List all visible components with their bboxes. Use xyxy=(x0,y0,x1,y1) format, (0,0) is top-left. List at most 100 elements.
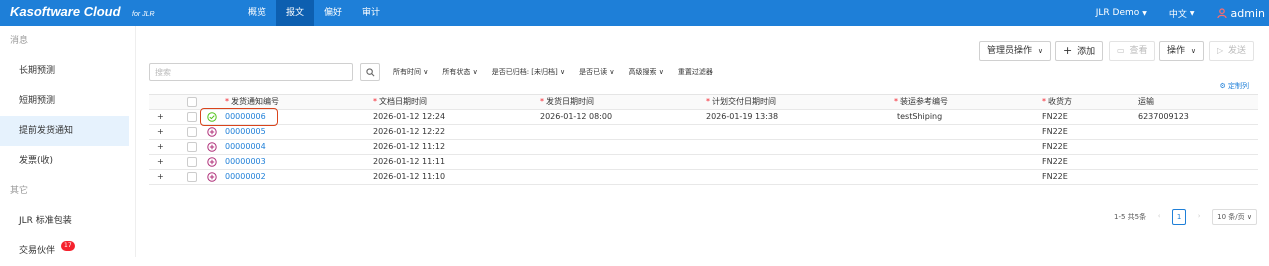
column-header-shipment-reference[interactable]: * 装运参考编号 xyxy=(894,95,948,109)
table-row[interactable]: + 00000006 2026-01-12 12:24 2026-01-12 0… xyxy=(149,108,1258,126)
receiver-cell: FN22E xyxy=(1042,112,1068,121)
nav-messages[interactable]: 报文 xyxy=(276,0,315,26)
view-icon: ▭ xyxy=(1117,46,1125,55)
next-page-icon[interactable]: › xyxy=(1192,209,1206,225)
expand-row-icon[interactable]: + xyxy=(157,125,164,139)
prev-page-icon[interactable]: ‹ xyxy=(1152,209,1166,225)
language-dropdown[interactable]: 中文 ▼ xyxy=(1169,7,1195,20)
column-header-asn-number[interactable]: * 发货通知编号 xyxy=(225,95,279,109)
column-header-transport[interactable]: 运输 xyxy=(1138,95,1154,109)
row-checkbox[interactable] xyxy=(187,142,197,152)
filter-archived[interactable]: 是否已归档: [未归档] ∨ xyxy=(492,67,565,77)
row-checkbox[interactable] xyxy=(187,157,197,167)
required-marker: * xyxy=(540,97,544,106)
send-button[interactable]: ▷ 发送 xyxy=(1209,41,1255,61)
operations-label: 操作 xyxy=(1167,46,1186,56)
sidebar-item-trading-partners[interactable]: 交易伙伴 17 xyxy=(0,236,135,266)
transport-cell: 6237009123 xyxy=(1138,112,1189,121)
receiver-cell: FN22E xyxy=(1042,127,1068,136)
column-header-delivery-date[interactable]: * 计划交付日期时间 xyxy=(706,95,776,109)
admin-operations-label: 管理员操作 xyxy=(987,46,1033,56)
sidebar-group-other: 其它 xyxy=(10,186,29,196)
main-content: 管理员操作 ∨ + 添加 ▭ 查看 操作 ∨ ▷ 发送 所有时间 ∨ 所有状态 … xyxy=(137,26,1269,257)
brand-logo[interactable]: Kasoftware Cloud xyxy=(10,4,121,19)
send-icon: ▷ xyxy=(1217,46,1224,55)
sidebar-item-invoice-received[interactable]: 发票(收) xyxy=(0,146,135,176)
chevron-down-icon: ∨ xyxy=(560,68,566,76)
language-label: 中文 xyxy=(1168,9,1187,20)
reset-filters-link[interactable]: 重置过滤器 xyxy=(678,67,713,77)
chevron-down-icon: ∨ xyxy=(472,68,478,76)
sidebar-item-advance-shipping-notice[interactable]: 提前发货通知 xyxy=(0,116,129,146)
sidebar-item-jlr-standard-packaging[interactable]: JLR 标准包装 xyxy=(0,206,135,236)
sidebar-item-label: 交易伙伴 xyxy=(19,246,56,256)
document-date-cell: 2026-01-12 12:22 xyxy=(373,127,446,136)
table-row[interactable]: + 00000005 2026-01-12 12:22 FN22E xyxy=(149,125,1258,140)
chevron-down-icon: ▼ xyxy=(1142,9,1147,17)
chevron-down-icon: ∨ xyxy=(423,68,429,76)
operations-dropdown[interactable]: 操作 ∨ xyxy=(1159,41,1205,61)
asn-number-link[interactable]: 00000004 xyxy=(225,140,266,154)
column-header-document-date[interactable]: * 文档日期时间 xyxy=(373,95,427,109)
filter-label: 是否已读 xyxy=(579,68,608,76)
filter-all-status[interactable]: 所有状态 ∨ xyxy=(442,67,477,77)
chevron-down-icon: ∨ xyxy=(1190,47,1197,55)
column-header-label: 发货日期时间 xyxy=(546,97,594,106)
page-button-current[interactable]: 1 xyxy=(1172,209,1187,225)
search-button[interactable] xyxy=(360,63,380,81)
page-size-select[interactable]: 10 条/页 ∨ xyxy=(1212,209,1257,225)
row-checkbox[interactable] xyxy=(187,172,197,182)
search-input[interactable] xyxy=(149,63,353,81)
asn-number-link[interactable]: 00000006 xyxy=(225,110,266,124)
column-header-receiver[interactable]: * 收货方 xyxy=(1042,95,1072,109)
customize-columns-label: 定制列 xyxy=(1228,82,1249,90)
select-all-checkbox[interactable] xyxy=(187,97,197,107)
view-button[interactable]: ▭ 查看 xyxy=(1109,41,1156,61)
pagination-summary: 1-5 共5条 xyxy=(1114,213,1147,221)
asn-number-link[interactable]: 00000002 xyxy=(225,170,266,184)
filter-all-time[interactable]: 所有时间 ∨ xyxy=(393,67,428,77)
ship-date-cell: 2026-01-12 08:00 xyxy=(540,112,613,121)
filter-label: 高级搜索 xyxy=(628,68,657,76)
row-checkbox[interactable] xyxy=(187,127,197,137)
sidebar-item-short-term-forecast[interactable]: 短期预测 xyxy=(0,86,135,116)
filter-bar: 所有时间 ∨ 所有状态 ∨ 是否已归档: [未归档] ∨ 是否已读 ∨ 高级搜索… xyxy=(393,63,727,81)
column-header-label: 计划交付日期时间 xyxy=(712,97,776,106)
customize-columns-link[interactable]: ⚙ 定制列 xyxy=(1219,81,1249,91)
user-menu[interactable]: admin xyxy=(1216,6,1265,20)
table-row[interactable]: + 00000003 2026-01-12 11:11 FN22E xyxy=(149,155,1258,170)
nav-preferences[interactable]: 偏好 xyxy=(314,0,352,26)
row-checkbox[interactable] xyxy=(187,112,197,122)
admin-operations-dropdown[interactable]: 管理员操作 ∨ xyxy=(979,41,1052,61)
table-row[interactable]: + 00000004 2026-01-12 11:12 FN22E xyxy=(149,140,1258,155)
filter-advanced-search[interactable]: 高级搜索 ∨ xyxy=(628,67,663,77)
workspace-dropdown[interactable]: JLR Demo ▼ xyxy=(1096,8,1147,18)
required-marker: * xyxy=(1042,97,1046,106)
username-label: admin xyxy=(1230,6,1265,20)
main-nav: 概览 报文 偏好 审计 xyxy=(238,0,390,26)
expand-row-icon[interactable]: + xyxy=(157,110,164,124)
add-button[interactable]: + 添加 xyxy=(1055,41,1104,61)
filter-read[interactable]: 是否已读 ∨ xyxy=(579,67,614,77)
expand-row-icon[interactable]: + xyxy=(157,140,164,154)
expand-row-icon[interactable]: + xyxy=(157,155,164,169)
receiver-cell: FN22E xyxy=(1042,142,1068,151)
status-draft-icon xyxy=(207,157,217,167)
nav-audit[interactable]: 审计 xyxy=(352,0,390,26)
status-draft-icon xyxy=(207,127,217,137)
expand-row-icon[interactable]: + xyxy=(157,170,164,184)
required-marker: * xyxy=(225,97,229,106)
chevron-down-icon: ∨ xyxy=(1246,213,1252,221)
document-date-cell: 2026-01-12 12:24 xyxy=(373,112,446,121)
asn-number-link[interactable]: 00000003 xyxy=(225,155,266,169)
nav-overview[interactable]: 概览 xyxy=(238,0,276,26)
table-row[interactable]: + 00000002 2026-01-12 11:10 FN22E xyxy=(149,170,1258,185)
sidebar-item-long-term-forecast[interactable]: 长期预测 xyxy=(0,56,135,86)
status-sent-icon xyxy=(207,112,217,122)
asn-number-link[interactable]: 00000005 xyxy=(225,125,266,139)
search-icon xyxy=(365,67,374,76)
column-header-ship-date[interactable]: * 发货日期时间 xyxy=(540,95,594,109)
chevron-down-icon: ∨ xyxy=(609,68,615,76)
receiver-cell: FN22E xyxy=(1042,172,1068,181)
filter-label: 所有时间 xyxy=(393,68,421,76)
